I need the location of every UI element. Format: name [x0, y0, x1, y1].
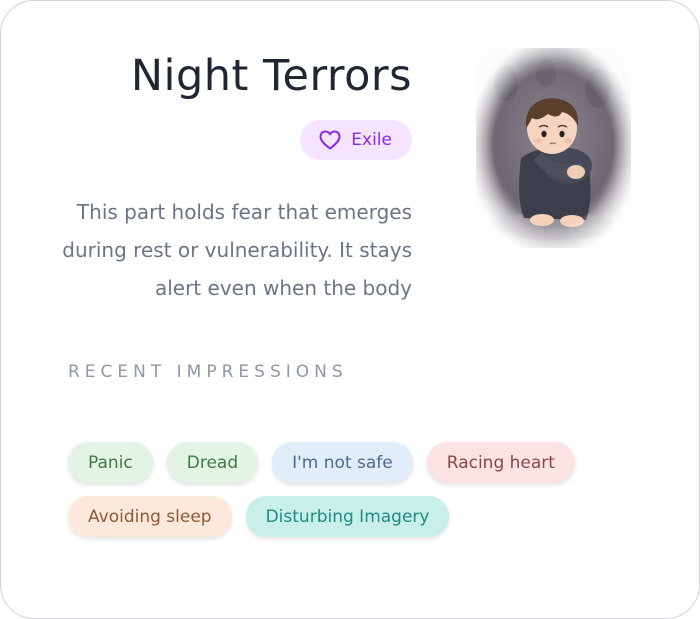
impression-tag[interactable]: I'm not safe — [272, 442, 413, 483]
part-portrait — [476, 48, 631, 248]
impression-tag[interactable]: Panic — [68, 442, 153, 483]
impression-tag[interactable]: Racing heart — [426, 442, 575, 483]
impression-tags: Panic Dread I'm not safe Racing heart Avoidi… — [68, 442, 648, 537]
part-title: Night Terrors — [130, 51, 412, 101]
part-description: This part holds fear that emerges during… — [62, 200, 412, 300]
heart-icon — [318, 128, 342, 152]
impression-tag[interactable]: Avoiding sleep — [68, 496, 232, 537]
badge-label: Exile — [351, 130, 392, 150]
impression-tag[interactable]: Dread — [166, 442, 259, 483]
recent-impressions-heading: RECENT IMPRESSIONS — [68, 362, 348, 382]
child-hugging-knees-illustration — [476, 48, 631, 248]
part-type-badge[interactable]: Exile — [300, 120, 412, 160]
impression-tag[interactable]: Disturbing Imagery — [245, 496, 450, 537]
part-card: Night Terrors Exile This part holds fear… — [0, 0, 700, 619]
